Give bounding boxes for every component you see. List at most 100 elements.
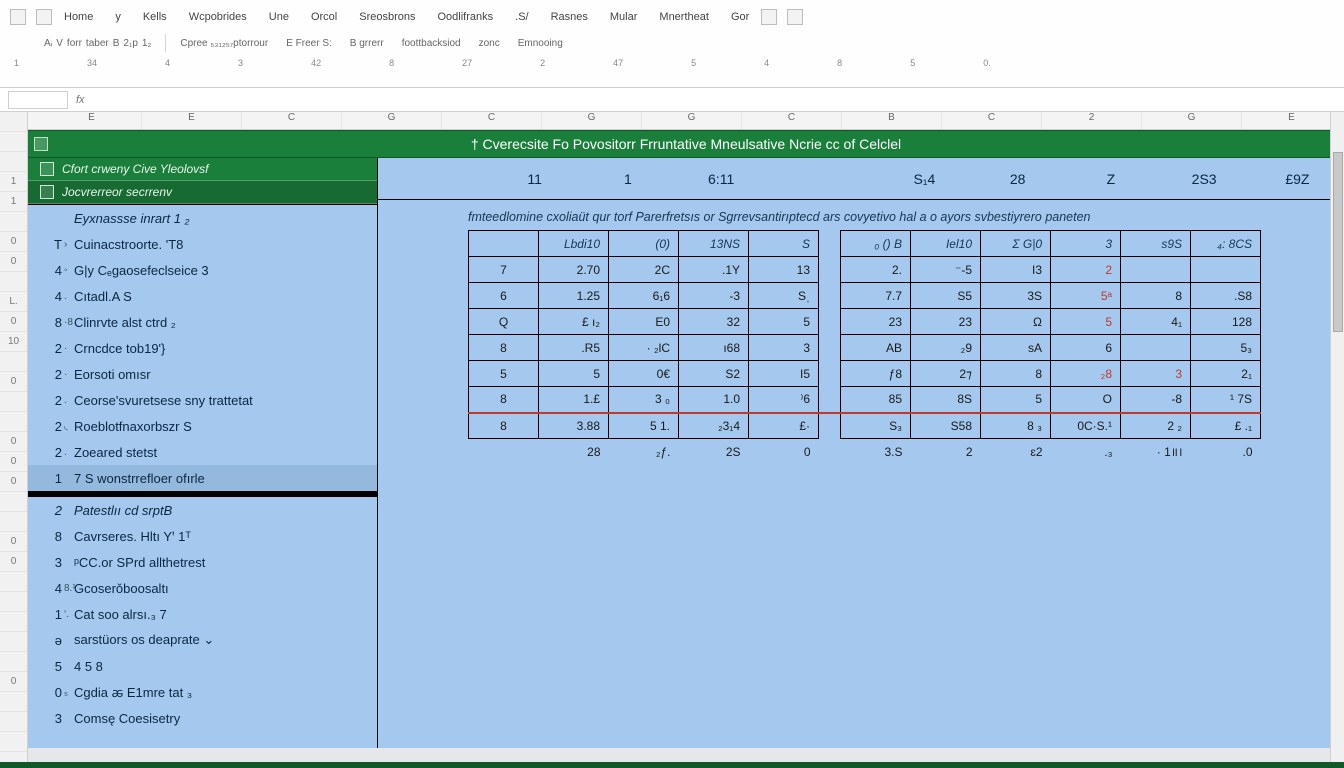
table-cell[interactable]: 1.0 bbox=[679, 387, 749, 413]
category-row[interactable]: 0₅Cgdia ꬱ E1mre tat ₃ bbox=[28, 679, 377, 705]
category-row[interactable]: 2.Zoeared stetst bbox=[28, 439, 377, 465]
category-row[interactable]: 3Comsę Coesisetry bbox=[28, 705, 377, 731]
ribbon-tab[interactable]: Orcol bbox=[309, 9, 339, 25]
category-row[interactable]: 1‘.Cat soo alrsı.₃ 7 bbox=[28, 601, 377, 627]
row-header[interactable]: 0 bbox=[0, 672, 27, 692]
table-cell[interactable]: ¹ 7S bbox=[1191, 387, 1261, 413]
row-header[interactable] bbox=[0, 392, 27, 412]
category-row[interactable]: Eyxnassse inrart 1 ₂ bbox=[28, 205, 377, 231]
table-cell[interactable]: 0C·S.¹ bbox=[1051, 413, 1121, 439]
category-row[interactable]: 8Cavrseres. Hltı Yꞌ 1ᵀ bbox=[28, 523, 377, 549]
row-header[interactable] bbox=[0, 732, 27, 752]
column-header[interactable]: E bbox=[142, 112, 242, 129]
table-cell[interactable]: S5 bbox=[911, 283, 981, 309]
table-cell[interactable]: I3 bbox=[981, 257, 1051, 283]
ribbon-tab[interactable]: Oodlifranks bbox=[436, 9, 496, 25]
ribbon-tab[interactable]: Mular bbox=[608, 9, 640, 25]
scrollbar-thumb[interactable] bbox=[1333, 152, 1343, 332]
section-tab[interactable]: Cfort crweny Cive Yleolovsf bbox=[28, 158, 377, 181]
table-cell[interactable]: 8 bbox=[1121, 283, 1191, 309]
ribbon-tab[interactable]: Une bbox=[267, 9, 291, 25]
row-header[interactable] bbox=[0, 212, 27, 232]
row-header[interactable] bbox=[0, 572, 27, 592]
table-cell[interactable]: 23 bbox=[911, 309, 981, 335]
table-cell[interactable]: .R5 bbox=[539, 335, 609, 361]
ribbon-tab[interactable]: Wcpobrides bbox=[187, 9, 249, 25]
column-headers[interactable]: EECGCGGCBC2GE bbox=[28, 112, 1344, 130]
row-header[interactable]: L. bbox=[0, 292, 27, 312]
section-tab[interactable]: Jocvrerreor secrrenv bbox=[28, 181, 377, 204]
category-row[interactable]: T›Cuinacstroorte. 'T8 bbox=[28, 231, 377, 257]
table-cell[interactable]: I5 bbox=[749, 361, 819, 387]
ribbon-control[interactable]: zonc bbox=[479, 38, 500, 49]
ribbon-tab[interactable]: Home bbox=[62, 9, 95, 25]
table-cell[interactable]: £ .₁ bbox=[1191, 413, 1261, 439]
table-column-header[interactable]: ₀ () B bbox=[841, 231, 911, 257]
ribbon-tab[interactable]: y bbox=[113, 9, 123, 25]
column-header[interactable]: C bbox=[442, 112, 542, 129]
ribbon-tab[interactable]: Mnertheat bbox=[657, 9, 711, 25]
category-row[interactable]: 3ᵖCC.or SPrd allthetrest bbox=[28, 549, 377, 575]
ribbon-control[interactable]: B grrerr bbox=[350, 38, 384, 49]
category-row[interactable]: 2◟Roeblotfnaxorbszr S bbox=[28, 413, 377, 439]
table-cell[interactable]: 5₃ bbox=[1191, 335, 1261, 361]
table-cell[interactable]: 5 bbox=[749, 309, 819, 335]
row-header[interactable]: 0 bbox=[0, 232, 27, 252]
table-cell[interactable]: ₂3₁4 bbox=[679, 413, 749, 439]
ribbon-control[interactable]: Emnooing bbox=[518, 38, 563, 49]
table-cell[interactable]: £ ı₂ bbox=[539, 309, 609, 335]
category-row[interactable]: 54 5 8 bbox=[28, 653, 377, 679]
table-cell[interactable]: O bbox=[1051, 387, 1121, 413]
ribbon-icon[interactable] bbox=[761, 9, 777, 25]
ribbon-tab[interactable]: Sreosbrons bbox=[357, 9, 417, 25]
ribbon-tab[interactable]: Rasnes bbox=[549, 9, 590, 25]
ribbon-control[interactable]: taber bbox=[86, 38, 109, 49]
row-header[interactable]: 0 bbox=[0, 532, 27, 552]
table-column-header[interactable]: (0) bbox=[609, 231, 679, 257]
table-cell[interactable]: 4₁ bbox=[1121, 309, 1191, 335]
table-cell[interactable]: Ω bbox=[981, 309, 1051, 335]
table-cell[interactable]: E0 bbox=[609, 309, 679, 335]
table-cell[interactable]: 5 1. bbox=[609, 413, 679, 439]
ribbon-control[interactable]: B bbox=[113, 38, 120, 49]
row-header[interactable]: 0 bbox=[0, 472, 27, 492]
table-cell[interactable]: 2₁ bbox=[1191, 361, 1261, 387]
table-cell[interactable]: 2⁊ bbox=[911, 361, 981, 387]
table-column-header[interactable]: 3 bbox=[1051, 231, 1121, 257]
ribbon-tab[interactable]: .S/ bbox=[513, 9, 530, 25]
category-row[interactable]: 2·Crncdce tob19'} bbox=[28, 335, 377, 361]
table-cell[interactable]: 2C bbox=[609, 257, 679, 283]
table-column-header[interactable]: S bbox=[749, 231, 819, 257]
expand-icon[interactable] bbox=[34, 137, 48, 151]
table-cell[interactable]: ⁻-5 bbox=[911, 257, 981, 283]
table-column-header[interactable]: Iel10 bbox=[911, 231, 981, 257]
table-cell[interactable]: 3 bbox=[1121, 361, 1191, 387]
category-row[interactable]: 2.Ceorse'svuretsese sny trattetat bbox=[28, 387, 377, 413]
table-cell[interactable] bbox=[1121, 257, 1191, 283]
table-cell[interactable]: S₃ bbox=[841, 413, 911, 439]
table-cell[interactable]: 2.70 bbox=[539, 257, 609, 283]
column-header[interactable]: C bbox=[942, 112, 1042, 129]
table-cell[interactable]: 23 bbox=[841, 309, 911, 335]
table-cell[interactable]: 5 bbox=[539, 361, 609, 387]
table-cell[interactable]: 85 bbox=[841, 387, 911, 413]
column-header[interactable]: B bbox=[842, 112, 942, 129]
ribbon-control[interactable]: Aᵢ bbox=[44, 38, 52, 49]
ribbon-control[interactable]: 1₂ bbox=[142, 38, 151, 49]
ribbon-control[interactable]: forr bbox=[67, 38, 82, 49]
category-row[interactable]: 4◦G|y Cₑgaosefeclseice 3 bbox=[28, 257, 377, 283]
row-header[interactable] bbox=[0, 132, 27, 152]
row-header[interactable]: 0 bbox=[0, 452, 27, 472]
row-header[interactable] bbox=[0, 632, 27, 652]
table-cell[interactable]: 128 bbox=[1191, 309, 1261, 335]
row-header[interactable]: 0 bbox=[0, 432, 27, 452]
column-header[interactable]: G bbox=[642, 112, 742, 129]
column-header[interactable]: G bbox=[542, 112, 642, 129]
ribbon-control[interactable]: V bbox=[56, 38, 63, 49]
table-cell[interactable]: 0€ bbox=[609, 361, 679, 387]
table-column-header[interactable]: 13NS bbox=[679, 231, 749, 257]
column-header[interactable]: C bbox=[242, 112, 342, 129]
table-cell[interactable]: ı68 bbox=[679, 335, 749, 361]
table-cell[interactable]: .1Y bbox=[679, 257, 749, 283]
ribbon-tab[interactable]: Gor bbox=[729, 9, 751, 25]
